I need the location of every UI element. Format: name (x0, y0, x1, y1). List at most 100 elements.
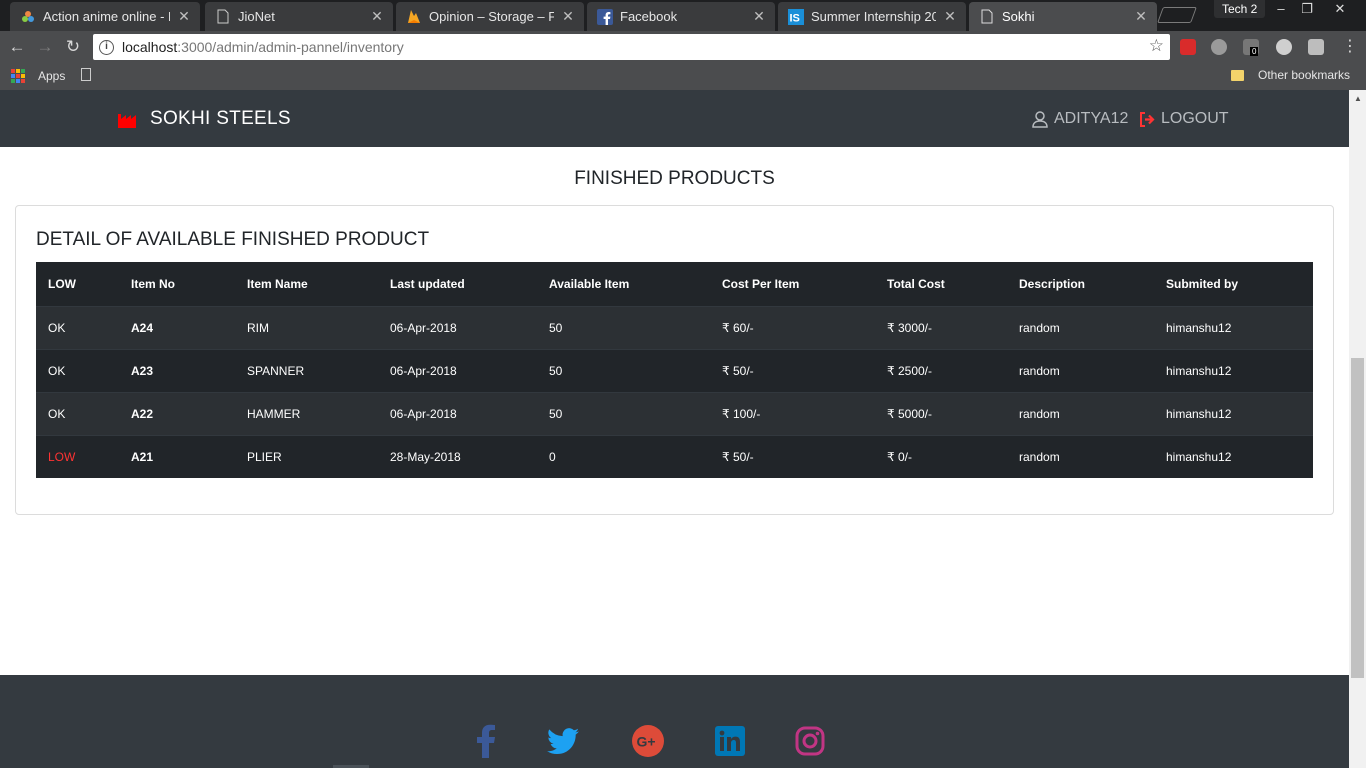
extension-icon[interactable] (1276, 39, 1292, 55)
facebook-icon (597, 8, 613, 25)
total-cost: ₹ 0/- (875, 434, 1007, 478)
brand-name: SOKHI STEELS (150, 108, 291, 129)
flower-icon (20, 9, 36, 25)
page-title: FINISHED PRODUCTS (574, 168, 775, 189)
submitted-by: himanshu12 (1154, 348, 1313, 392)
table-row: OK A23 SPANNER 06-Apr-2018 50 ₹ 50/- ₹ 2… (36, 348, 1313, 392)
stock-status-low: LOW (36, 434, 119, 478)
column-header: LOW (36, 262, 119, 307)
close-tab-icon[interactable]: ✕ (560, 8, 576, 25)
inventory-table: LOW Item No Item Name Last updated Avail… (36, 262, 1313, 478)
description: random (1007, 434, 1154, 478)
table-header-row: LOW Item No Item Name Last updated Avail… (36, 262, 1313, 307)
extension-icon[interactable] (1308, 39, 1324, 55)
browser-tab[interactable]: JioNet ✕ (205, 2, 393, 31)
item-name: PLIER (235, 434, 378, 478)
extension-icon[interactable] (1211, 39, 1227, 55)
submitted-by: himanshu12 (1154, 305, 1313, 349)
factory-icon (118, 114, 136, 128)
restore-icon[interactable]: ❐ (1292, 0, 1322, 18)
browser-tab[interactable]: Action anime online - Pa ✕ (10, 2, 200, 31)
bookmark-page-icon[interactable] (81, 68, 91, 81)
column-header: Cost Per Item (710, 262, 875, 307)
column-header: Item Name (235, 262, 378, 307)
item-number: A24 (119, 305, 235, 349)
page-scrollbar[interactable]: ▲ (1349, 90, 1366, 768)
linkedin-icon[interactable] (712, 723, 748, 759)
other-bookmarks[interactable]: Other bookmarks (1231, 68, 1350, 82)
tab-title: Opinion – Storage – Fireb (429, 9, 554, 24)
close-tab-icon[interactable]: ✕ (176, 8, 192, 25)
profile-badge[interactable]: Tech 2 (1214, 0, 1266, 18)
table-row: OK A24 RIM 06-Apr-2018 50 ₹ 60/- ₹ 3000/… (36, 305, 1313, 349)
last-updated: 06-Apr-2018 (378, 391, 537, 435)
item-name: SPANNER (235, 348, 378, 392)
page-viewport: SOKHI STEELS ADITYA12 LOGOUT FINISHED PR… (0, 90, 1349, 768)
browser-tab[interactable]: IS Summer Internship 2018 ✕ (778, 2, 966, 31)
last-updated: 06-Apr-2018 (378, 348, 537, 392)
brand-link[interactable]: SOKHI STEELS (118, 108, 291, 130)
instagram-icon[interactable] (792, 723, 828, 759)
stock-status: OK (36, 305, 119, 349)
bookmark-star-icon[interactable]: ☆ (1149, 36, 1164, 56)
back-arrow-icon[interactable]: ← (6, 36, 28, 58)
item-name: RIM (235, 305, 378, 349)
column-header: Total Cost (875, 262, 1007, 307)
column-header: Submited by (1154, 262, 1313, 307)
browser-tab[interactable]: Facebook ✕ (587, 2, 775, 31)
total-cost: ₹ 3000/- (875, 305, 1007, 349)
apps-grid-icon[interactable] (11, 69, 25, 83)
logout-link[interactable]: LOGOUT (1139, 110, 1229, 128)
twitter-icon[interactable] (545, 723, 581, 759)
tab-title: Sokhi (1002, 9, 1035, 24)
info-icon[interactable]: i (99, 39, 114, 55)
browser-tab-strip: Action anime online - Pa ✕ JioNet ✕ Opin… (0, 0, 1366, 31)
address-bar[interactable]: i localhost:3000/admin/admin-pannel/inve… (93, 34, 1170, 60)
cost-per-item: ₹ 60/- (710, 305, 875, 349)
close-tab-icon[interactable]: ✕ (1133, 8, 1149, 25)
logout-label: LOGOUT (1161, 110, 1229, 127)
stock-status: OK (36, 391, 119, 435)
forward-arrow-icon[interactable]: → (34, 36, 56, 58)
close-tab-icon[interactable]: ✕ (369, 8, 385, 25)
facebook-icon[interactable] (468, 723, 504, 759)
table-row: LOW A21 PLIER 28-May-2018 0 ₹ 50/- ₹ 0/-… (36, 434, 1313, 478)
available-count: 50 (537, 305, 710, 349)
new-tab-button[interactable] (1157, 7, 1197, 23)
tab-title: Summer Internship 2018 (811, 9, 936, 24)
description: random (1007, 391, 1154, 435)
column-header: Item No (119, 262, 235, 307)
bookmark-apps[interactable]: Apps (38, 69, 65, 83)
menu-dots-icon[interactable]: ⋮ (1339, 36, 1361, 58)
close-tab-icon[interactable]: ✕ (751, 8, 767, 25)
item-name: HAMMER (235, 391, 378, 435)
column-header: Available Item (537, 262, 710, 307)
browser-tab-active[interactable]: Sokhi ✕ (969, 2, 1157, 31)
close-tab-icon[interactable]: ✕ (942, 8, 958, 25)
scroll-up-arrow-icon[interactable]: ▲ (1354, 94, 1362, 103)
stock-status: OK (36, 348, 119, 392)
description: random (1007, 348, 1154, 392)
extension-icon[interactable] (1180, 39, 1196, 55)
url-path: :3000/admin/admin-pannel/inventory (177, 39, 404, 55)
site-footer: G+ (0, 675, 1349, 768)
reload-icon[interactable]: ↻ (62, 36, 84, 58)
item-number: A23 (119, 348, 235, 392)
user-icon (1032, 110, 1048, 128)
browser-tab[interactable]: Opinion – Storage – Fireb ✕ (396, 2, 584, 31)
user-link[interactable]: ADITYA12 (1032, 110, 1128, 128)
last-updated: 28-May-2018 (378, 434, 537, 478)
column-header: Description (1007, 262, 1154, 307)
last-updated: 06-Apr-2018 (378, 305, 537, 349)
bookmarks-bar: Apps Other bookmarks (0, 63, 1366, 90)
submitted-by: himanshu12 (1154, 391, 1313, 435)
close-window-icon[interactable]: ✕ (1325, 0, 1355, 18)
extension-icon[interactable]: 0 (1243, 39, 1259, 56)
total-cost: ₹ 2500/- (875, 348, 1007, 392)
google-plus-icon[interactable]: G+ (630, 723, 666, 759)
scrollbar-thumb[interactable] (1351, 358, 1364, 678)
description: random (1007, 305, 1154, 349)
document-icon (979, 9, 995, 25)
card-title: DETAIL OF AVAILABLE FINISHED PRODUCT (36, 229, 430, 250)
browser-toolbar: ← → ↻ i localhost:3000/admin/admin-panne… (0, 31, 1366, 63)
